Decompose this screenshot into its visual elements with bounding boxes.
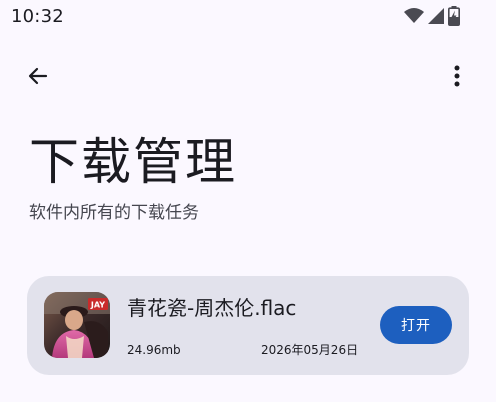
page-title: 下载管理	[29, 133, 237, 191]
status-bar: 10:32	[0, 0, 496, 34]
status-time: 10:32	[11, 6, 64, 27]
battery-charging-icon	[448, 6, 460, 26]
cellular-signal-icon	[428, 8, 444, 24]
arrow-back-icon	[26, 64, 50, 92]
page-subtitle: 软件内所有的下载任务	[29, 203, 199, 223]
more-vert-icon	[453, 64, 461, 92]
download-date: 2026年05月26日	[261, 343, 359, 357]
status-icons	[404, 6, 460, 26]
more-options-button[interactable]	[440, 56, 474, 100]
cover-badge-text: JAY	[90, 301, 105, 310]
file-name: 青花瓷-周杰伦.flac	[127, 296, 297, 320]
open-button[interactable]: 打开	[380, 306, 452, 344]
wifi-icon	[404, 8, 424, 24]
back-button[interactable]	[18, 56, 58, 100]
top-app-bar	[0, 56, 496, 100]
download-item-card[interactable]: JAY 青花瓷-周杰伦.flac 24.96mb 2026年05月26日 打开	[27, 276, 469, 375]
file-size: 24.96mb	[127, 343, 181, 357]
album-cover-image: JAY	[44, 292, 110, 358]
